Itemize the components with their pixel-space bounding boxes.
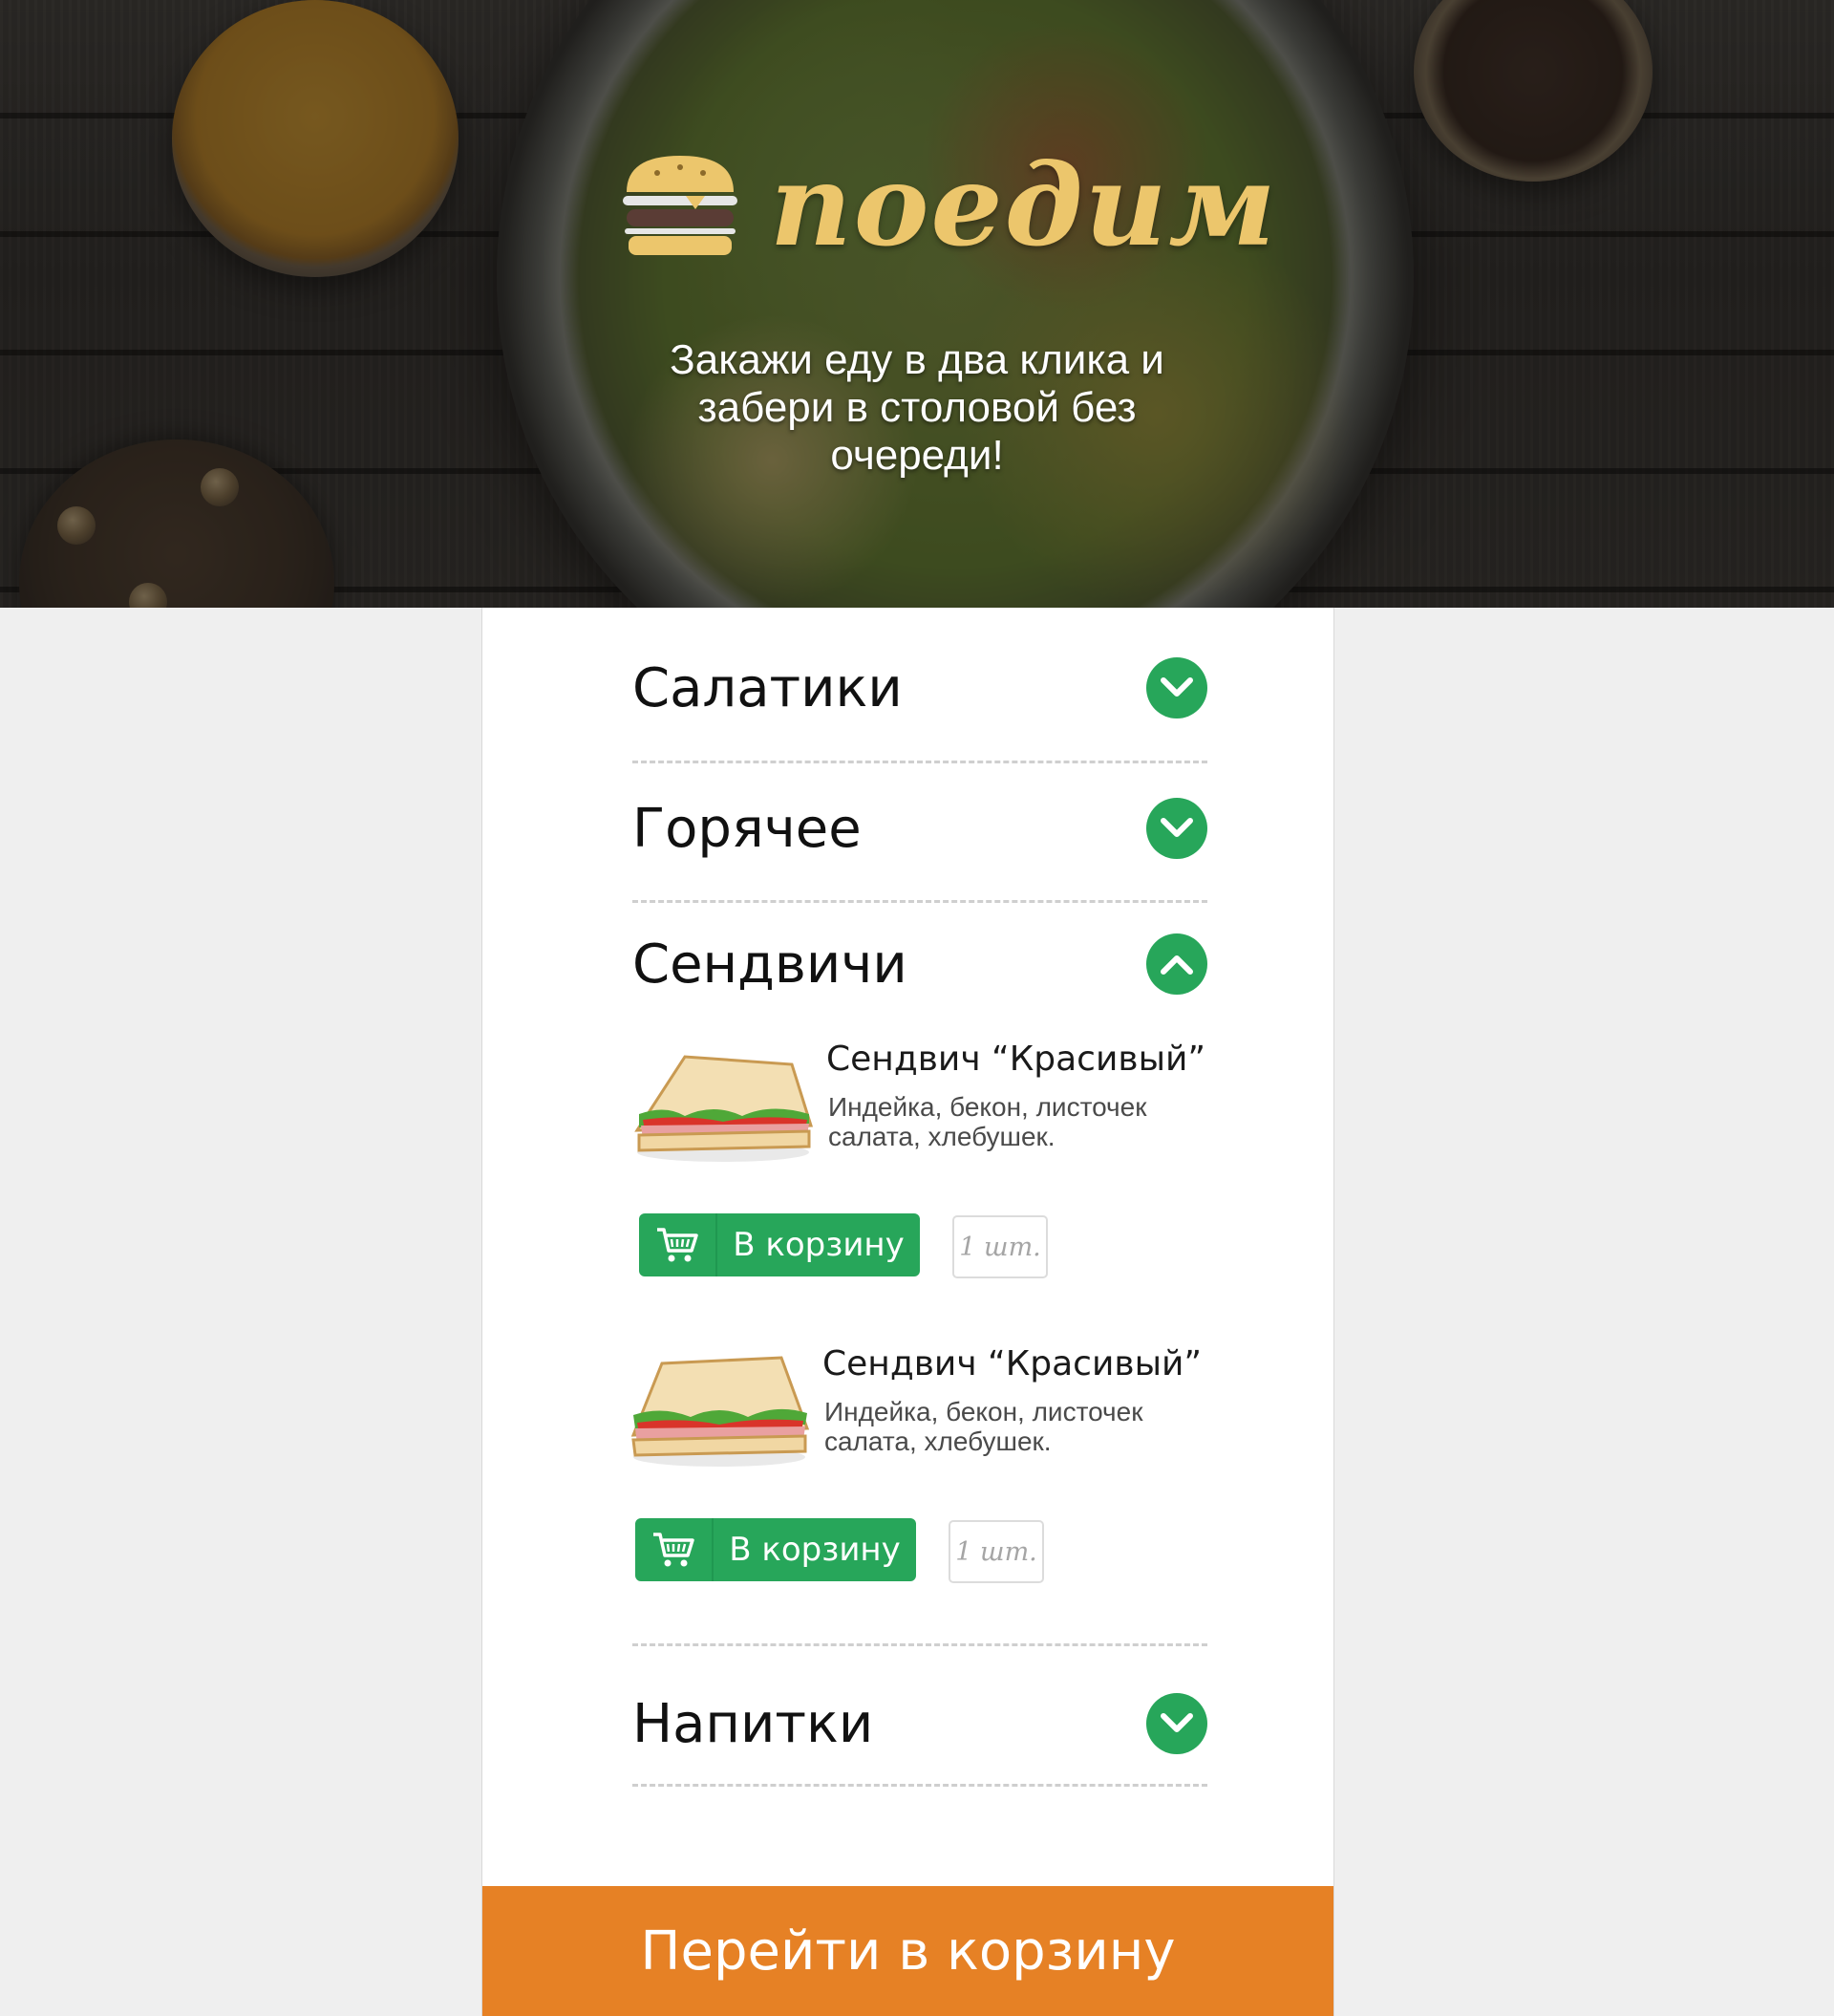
- chevron-down-icon[interactable]: [1146, 798, 1207, 859]
- item-title: Сендвич “Красивый”: [826, 1040, 1206, 1079]
- menu-item: Сендвич “Красивый” Индейка, бекон, листо…: [628, 1040, 1220, 1298]
- go-to-cart-button[interactable]: Перейти в корзину: [482, 1886, 1333, 2016]
- hero-tagline: Закажи еду в два клика и забери в столов…: [670, 336, 1164, 479]
- category-divider: [632, 900, 1207, 903]
- burger-logo-icon: [623, 156, 737, 255]
- item-description: Индейка, бекон, листочек салата, хлебуше…: [824, 1397, 1143, 1456]
- cart-icon: [635, 1518, 712, 1581]
- brand-logo[interactable]: поедим: [619, 143, 1278, 268]
- quantity-input[interactable]: [949, 1520, 1044, 1583]
- sandwich-image: [630, 1356, 810, 1467]
- item-title: Сендвич “Красивый”: [822, 1344, 1203, 1383]
- brand-name: поедим: [770, 139, 1278, 271]
- add-to-cart-button[interactable]: В корзину: [639, 1213, 920, 1276]
- add-to-cart-label: В корзину: [729, 1531, 901, 1569]
- category-divider: [632, 1784, 1207, 1787]
- category-label: Горячее: [632, 797, 862, 860]
- category-divider: [632, 1643, 1207, 1646]
- item-description: Индейка, бекон, листочек салата, хлебуше…: [828, 1092, 1147, 1151]
- add-to-cart-button[interactable]: В корзину: [635, 1518, 916, 1581]
- quantity-input[interactable]: [952, 1215, 1048, 1278]
- hero-banner: поедим Закажи еду в два клика и забери в…: [0, 0, 1834, 608]
- category-label: Напитки: [632, 1692, 874, 1755]
- menu-item: Сендвич “Красивый” Индейка, бекон, листо…: [624, 1344, 1216, 1602]
- category-sandwiches[interactable]: Сендвичи: [632, 930, 1207, 998]
- menu-card: Салатики Горячее Сендвичи Сендвич “Краси…: [481, 608, 1334, 2016]
- chevron-down-icon[interactable]: [1146, 1693, 1207, 1754]
- cart-icon: [639, 1213, 715, 1276]
- category-salads[interactable]: Салатики: [632, 654, 1207, 722]
- category-divider: [632, 761, 1207, 763]
- add-to-cart-label: В корзину: [733, 1226, 905, 1264]
- chevron-down-icon[interactable]: [1146, 657, 1207, 718]
- sandwich-image: [634, 1055, 814, 1162]
- category-hot[interactable]: Горячее: [632, 794, 1207, 863]
- category-drinks[interactable]: Напитки: [632, 1689, 1207, 1758]
- chevron-up-icon[interactable]: [1146, 933, 1207, 995]
- category-label: Салатики: [632, 656, 903, 719]
- category-label: Сендвичи: [632, 933, 907, 996]
